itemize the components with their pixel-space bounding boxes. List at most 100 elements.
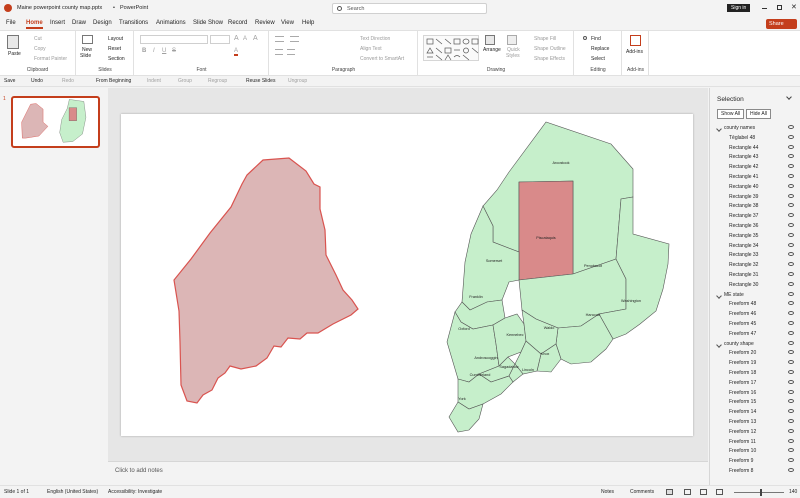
slideshow-view-icon[interactable] — [716, 489, 723, 495]
copy-button[interactable]: Copy — [34, 46, 46, 52]
selection-item[interactable]: Rectangle 30 — [710, 281, 800, 291]
eye-icon[interactable] — [788, 311, 794, 316]
selection-group-county-names[interactable]: county names — [710, 124, 800, 134]
eye-icon[interactable] — [788, 301, 794, 306]
selection-item[interactable]: Rectangle 34 — [710, 242, 800, 252]
tab-animations[interactable]: Animations — [156, 20, 186, 26]
replace-button[interactable]: Replace — [591, 46, 609, 52]
selection-item[interactable]: Freeform 11 — [710, 438, 800, 448]
selection-item[interactable]: Rectangle 38 — [710, 202, 800, 212]
section-button[interactable]: Section — [108, 56, 125, 62]
selection-item[interactable]: Freeform 16 — [710, 389, 800, 399]
undo-button[interactable]: Undo — [31, 78, 43, 84]
eye-icon[interactable] — [788, 448, 794, 453]
new-slide-label-2[interactable]: Slide — [80, 53, 91, 59]
eye-icon[interactable] — [788, 213, 794, 218]
ungroup-button[interactable]: Ungroup — [288, 78, 307, 84]
eye-icon[interactable] — [788, 281, 794, 286]
eye-icon[interactable] — [788, 360, 794, 365]
eye-icon[interactable] — [788, 399, 794, 404]
shape-outline-button[interactable]: Shape Outline — [534, 46, 566, 52]
selection-item[interactable]: Rectangle 35 — [710, 232, 800, 242]
grow-font-icon[interactable]: A — [234, 35, 239, 42]
chevron-down-icon[interactable] — [786, 94, 792, 100]
paste-button[interactable]: Paste — [8, 51, 21, 57]
eye-icon[interactable] — [788, 232, 794, 237]
regroup-button[interactable]: Regroup — [208, 78, 227, 84]
align-center-icon[interactable] — [287, 49, 295, 55]
underline-icon[interactable]: U — [162, 48, 166, 54]
selection-item[interactable]: Freeform 18 — [710, 369, 800, 379]
eye-icon[interactable] — [788, 173, 794, 178]
format-painter-button[interactable]: Format Painter — [34, 56, 67, 62]
selection-item[interactable]: Freeform 17 — [710, 379, 800, 389]
sign-in-button[interactable]: Sign in — [727, 4, 751, 12]
eye-icon[interactable] — [788, 409, 794, 414]
zoom-slider[interactable] — [734, 492, 784, 493]
eye-icon[interactable] — [788, 467, 794, 472]
close-icon[interactable]: ✕ — [791, 3, 797, 11]
selection-item[interactable]: Freeform 13 — [710, 418, 800, 428]
indent-button[interactable]: Indent — [147, 78, 161, 84]
eye-icon[interactable] — [788, 242, 794, 247]
shapes-gallery[interactable] — [423, 35, 479, 61]
selection-item[interactable]: Rectangle 37 — [710, 212, 800, 222]
reading-view-icon[interactable] — [700, 489, 707, 495]
selection-group-me-state[interactable]: ME state — [710, 291, 800, 301]
addins-icon[interactable] — [630, 35, 641, 46]
zoom-level[interactable]: 140 — [789, 489, 797, 495]
tab-slide-show[interactable]: Slide Show — [193, 20, 223, 26]
eye-icon[interactable] — [788, 134, 794, 139]
bullets-icon[interactable] — [275, 36, 284, 42]
hide-all-button[interactable]: Hide All — [746, 109, 771, 119]
eye-icon[interactable] — [788, 154, 794, 159]
tab-design[interactable]: Design — [93, 20, 112, 26]
accessibility-status[interactable]: Accessibility: Investigate — [108, 489, 162, 495]
selection-item[interactable]: Rectangle 42 — [710, 163, 800, 173]
selection-item[interactable]: Freeform 10 — [710, 447, 800, 457]
county-piscataquis[interactable] — [518, 180, 574, 281]
shrink-font-icon[interactable]: A — [243, 36, 247, 42]
share-button[interactable]: Share — [766, 19, 797, 29]
eye-icon[interactable] — [788, 222, 794, 227]
show-all-button[interactable]: Show All — [717, 109, 745, 119]
maine-state-shape[interactable] — [173, 157, 359, 404]
eye-icon[interactable] — [788, 320, 794, 325]
eye-icon[interactable] — [788, 428, 794, 433]
eye-icon[interactable] — [788, 350, 794, 355]
align-left-icon[interactable] — [275, 49, 283, 55]
selection-item[interactable]: Rectangle 40 — [710, 183, 800, 193]
convert-smartart-button[interactable]: Convert to SmartArt — [360, 56, 404, 62]
reuse-slides-button[interactable]: Reuse Slides — [246, 78, 275, 84]
selection-item[interactable]: Freeform 46 — [710, 310, 800, 320]
eye-icon[interactable] — [788, 369, 794, 374]
addins-button[interactable]: Add-ins — [626, 49, 643, 55]
redo-button[interactable]: Redo — [62, 78, 74, 84]
selection-item[interactable]: Rectangle 41 — [710, 173, 800, 183]
eye-icon[interactable] — [788, 203, 794, 208]
tab-transitions[interactable]: Transitions — [119, 20, 148, 26]
eye-icon[interactable] — [788, 379, 794, 384]
selection-item[interactable]: Rectangle 33 — [710, 251, 800, 261]
quick-styles-button-2[interactable]: Styles — [506, 53, 520, 59]
new-slide-icon[interactable] — [82, 35, 93, 44]
tab-insert[interactable]: Insert — [50, 20, 65, 26]
selection-item[interactable]: Rectangle 36 — [710, 222, 800, 232]
minimize-icon[interactable] — [762, 8, 767, 9]
eye-icon[interactable] — [788, 330, 794, 335]
eye-icon[interactable] — [788, 271, 794, 276]
maximize-icon[interactable] — [777, 5, 782, 10]
eye-icon[interactable] — [788, 262, 794, 267]
eye-icon[interactable] — [788, 340, 794, 345]
search-box[interactable]: Search — [332, 3, 487, 14]
tab-draw[interactable]: Draw — [72, 20, 86, 26]
selection-item[interactable]: Freeform 12 — [710, 428, 800, 438]
paste-icon[interactable] — [7, 35, 19, 49]
selection-item[interactable]: Rectangle 31 — [710, 271, 800, 281]
selection-item[interactable]: Rectangle 32 — [710, 261, 800, 271]
eye-icon[interactable] — [788, 252, 794, 257]
eye-icon[interactable] — [788, 389, 794, 394]
quick-styles-icon[interactable] — [507, 35, 517, 45]
selection-item[interactable]: Freeform 20 — [710, 349, 800, 359]
eye-icon[interactable] — [788, 164, 794, 169]
